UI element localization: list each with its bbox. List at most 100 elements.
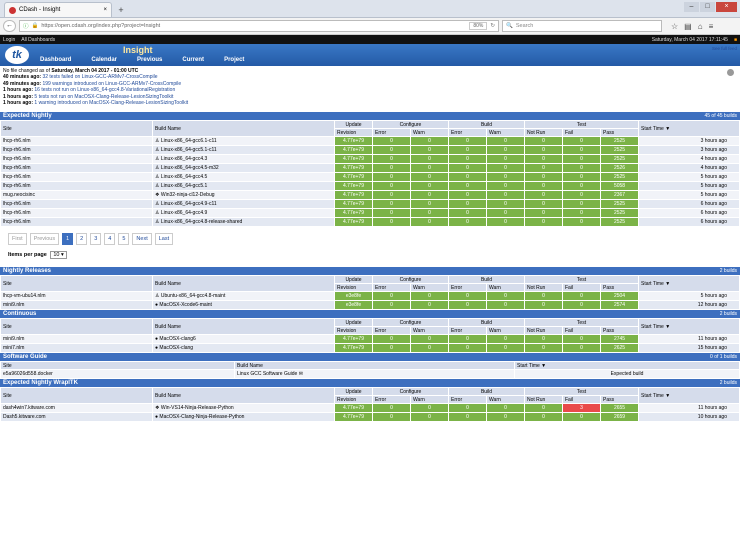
page-previous[interactable]: Previous bbox=[29, 233, 60, 246]
revision-cell[interactable]: e3e8fe bbox=[334, 300, 373, 311]
count-cell[interactable]: 0 bbox=[524, 217, 563, 228]
count-cell[interactable]: 0 bbox=[486, 199, 525, 210]
revision-cell[interactable]: 4.77e+79 bbox=[334, 190, 373, 201]
col-start-time[interactable]: Start Time ▼ bbox=[638, 387, 740, 405]
col-start-time[interactable]: Start Time ▼ bbox=[514, 361, 740, 371]
count-cell[interactable]: 0 bbox=[486, 208, 525, 219]
fail-count-cell[interactable]: 0 bbox=[562, 208, 601, 219]
count-cell[interactable]: 0 bbox=[410, 172, 449, 183]
count-cell[interactable]: 0 bbox=[486, 343, 525, 354]
col-revision[interactable]: Revision bbox=[334, 283, 373, 293]
col-test-pass[interactable]: Pass bbox=[599, 326, 640, 336]
page-first[interactable]: First bbox=[8, 233, 27, 246]
col-test-notrun[interactable]: Not Run bbox=[524, 326, 563, 336]
items-per-page-select[interactable]: 10 ▾ bbox=[50, 251, 67, 260]
count-cell[interactable]: 0 bbox=[486, 181, 525, 192]
menu-project[interactable]: Project bbox=[224, 57, 244, 63]
fail-count-cell[interactable]: 0 bbox=[562, 154, 601, 165]
pass-count-cell[interactable]: 2525 bbox=[599, 172, 640, 183]
revision-cell[interactable]: 4.77e+79 bbox=[334, 217, 373, 228]
col-revision[interactable]: Revision bbox=[334, 128, 373, 138]
count-cell[interactable]: 0 bbox=[524, 145, 563, 156]
col-start-time[interactable]: Start Time ▼ bbox=[638, 318, 740, 336]
page-3[interactable]: 3 bbox=[90, 233, 102, 246]
site-cell[interactable]: dash4win7.kitware.com bbox=[0, 403, 153, 414]
col-build-error[interactable]: Error bbox=[448, 395, 487, 405]
count-cell[interactable]: 0 bbox=[486, 217, 525, 228]
see-full-feed-link[interactable]: See full feed bbox=[712, 46, 737, 51]
count-cell[interactable]: 0 bbox=[486, 190, 525, 201]
col-test-fail[interactable]: Fail bbox=[562, 128, 601, 138]
rss-icon[interactable]: ■ bbox=[734, 37, 737, 43]
site-cell[interactable]: lhcp-rh6.nlm bbox=[0, 199, 153, 210]
col-configure-warn[interactable]: Warn bbox=[410, 283, 449, 293]
build-name-cell[interactable]: ❖ Win-VS14-Ninja-Release-Python bbox=[152, 403, 335, 414]
reload-icon[interactable]: ↻ bbox=[490, 23, 495, 29]
count-cell[interactable]: 0 bbox=[448, 136, 487, 147]
login-link[interactable]: Login bbox=[3, 37, 15, 43]
col-site[interactable]: Site bbox=[0, 387, 153, 405]
count-cell[interactable]: 0 bbox=[448, 334, 487, 345]
col-revision[interactable]: Revision bbox=[334, 326, 373, 336]
fail-count-cell[interactable]: 0 bbox=[562, 163, 601, 174]
build-name-cell[interactable]: ♙ Ubuntu-x86_64-gcc4.8-maint bbox=[152, 291, 335, 302]
count-cell[interactable]: 0 bbox=[524, 199, 563, 210]
site-cell[interactable]: lhcp-vm-ubu14.nlm bbox=[0, 291, 153, 302]
count-cell[interactable]: 0 bbox=[524, 163, 563, 174]
revision-cell[interactable]: 4.77e+79 bbox=[334, 208, 373, 219]
site-cell[interactable]: lhcp-rh6.nlm bbox=[0, 208, 153, 219]
count-cell[interactable]: 0 bbox=[372, 208, 411, 219]
count-cell[interactable]: 0 bbox=[410, 291, 449, 302]
revision-cell[interactable]: 4.77e+79 bbox=[334, 412, 373, 423]
count-cell[interactable]: 0 bbox=[410, 334, 449, 345]
col-build-warn[interactable]: Warn bbox=[486, 326, 525, 336]
col-start-time[interactable]: Start Time ▼ bbox=[638, 120, 740, 138]
fail-count-cell[interactable]: 0 bbox=[562, 145, 601, 156]
pass-count-cell[interactable]: 2625 bbox=[599, 343, 640, 354]
col-test-fail[interactable]: Fail bbox=[562, 326, 601, 336]
count-cell[interactable]: 0 bbox=[448, 208, 487, 219]
count-cell[interactable]: 0 bbox=[486, 172, 525, 183]
pass-count-cell[interactable]: 2745 bbox=[599, 334, 640, 345]
col-test-fail[interactable]: Fail bbox=[562, 395, 601, 405]
pass-count-cell[interactable]: 2659 bbox=[599, 412, 640, 423]
fail-count-cell[interactable]: 0 bbox=[562, 291, 601, 302]
col-test-pass[interactable]: Pass bbox=[599, 128, 640, 138]
info-icon[interactable]: ⓘ bbox=[23, 22, 29, 30]
count-cell[interactable]: 0 bbox=[372, 199, 411, 210]
build-name-cell[interactable]: ♙ Linux-x86_64-gcc4.5-m32 bbox=[152, 163, 335, 174]
pass-count-cell[interactable]: 2367 bbox=[599, 190, 640, 201]
count-cell[interactable]: 0 bbox=[486, 334, 525, 345]
section-count[interactable]: 2 builds bbox=[720, 380, 737, 386]
count-cell[interactable]: 0 bbox=[410, 208, 449, 219]
minimize-icon[interactable]: – bbox=[684, 2, 699, 12]
count-cell[interactable]: 0 bbox=[448, 343, 487, 354]
pass-count-cell[interactable]: 2526 bbox=[599, 163, 640, 174]
col-site[interactable]: Site bbox=[0, 120, 153, 138]
count-cell[interactable]: 0 bbox=[486, 145, 525, 156]
note-icon[interactable]: ✉ bbox=[299, 371, 303, 377]
pass-count-cell[interactable]: 2655 bbox=[599, 403, 640, 414]
col-configure-warn[interactable]: Warn bbox=[410, 128, 449, 138]
pass-count-cell[interactable]: 2525 bbox=[599, 154, 640, 165]
count-cell[interactable]: 0 bbox=[486, 163, 525, 174]
count-cell[interactable]: 0 bbox=[410, 403, 449, 414]
pass-count-cell[interactable]: 2525 bbox=[599, 217, 640, 228]
menu-calendar[interactable]: Calendar bbox=[91, 57, 117, 63]
status-message-link[interactable]: 199 warnings introduced on Linux-GCC-ARM… bbox=[41, 81, 181, 87]
site-cell[interactable]: lhcp-rh6.nlm bbox=[0, 181, 153, 192]
close-window-icon[interactable]: × bbox=[716, 2, 737, 12]
revision-cell[interactable]: 4.77e+79 bbox=[334, 199, 373, 210]
pass-count-cell[interactable]: 2525 bbox=[599, 199, 640, 210]
col-start-time[interactable]: Start Time ▼ bbox=[638, 275, 740, 293]
col-build-name[interactable]: Build Name bbox=[234, 361, 515, 371]
col-site[interactable]: Site bbox=[0, 361, 235, 371]
status-message-link[interactable]: 32 tests failed on Linux-GCC-ARMv7-Cross… bbox=[41, 74, 157, 80]
pass-count-cell[interactable]: 2525 bbox=[599, 145, 640, 156]
count-cell[interactable]: 0 bbox=[524, 403, 563, 414]
col-site[interactable]: Site bbox=[0, 318, 153, 336]
page-2[interactable]: 2 bbox=[76, 233, 88, 246]
build-name-cell[interactable]: Linux GCC Software Guide ✉ bbox=[234, 369, 515, 380]
build-name-cell[interactable]: ♙ Linux-x86_64-gcc4.3 bbox=[152, 154, 335, 165]
site-cell[interactable]: lhcp-rh6.nlm bbox=[0, 163, 153, 174]
